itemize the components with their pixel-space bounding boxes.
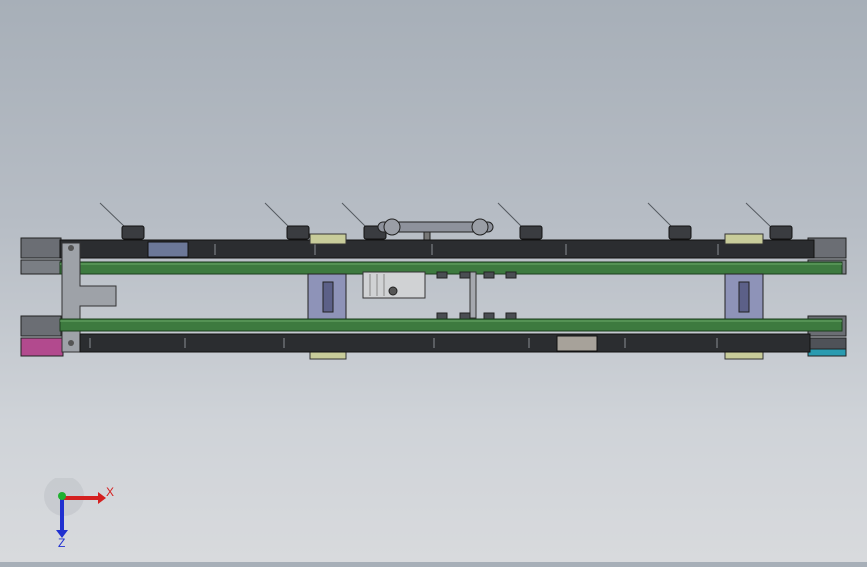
center-shaft[interactable] [436,271,517,320]
x-axis-label: X [106,485,114,499]
cad-graphics-viewport[interactable] [0,0,867,562]
bottom-belt[interactable] [79,333,811,353]
drive-motor[interactable] [362,271,426,299]
top-belt[interactable] [59,239,815,259]
y-axis-arrow-icon [58,492,66,500]
top-green-rail[interactable] [59,261,843,275]
left-end-cap[interactable] [20,237,64,357]
orientation-triad: X Z [40,476,130,550]
bottom-green-rail[interactable] [59,318,843,332]
magenta-block [20,337,64,357]
cyan-block [807,348,847,357]
z-axis-label: Z [58,536,65,548]
conveyor-assembly-model[interactable] [0,0,867,562]
